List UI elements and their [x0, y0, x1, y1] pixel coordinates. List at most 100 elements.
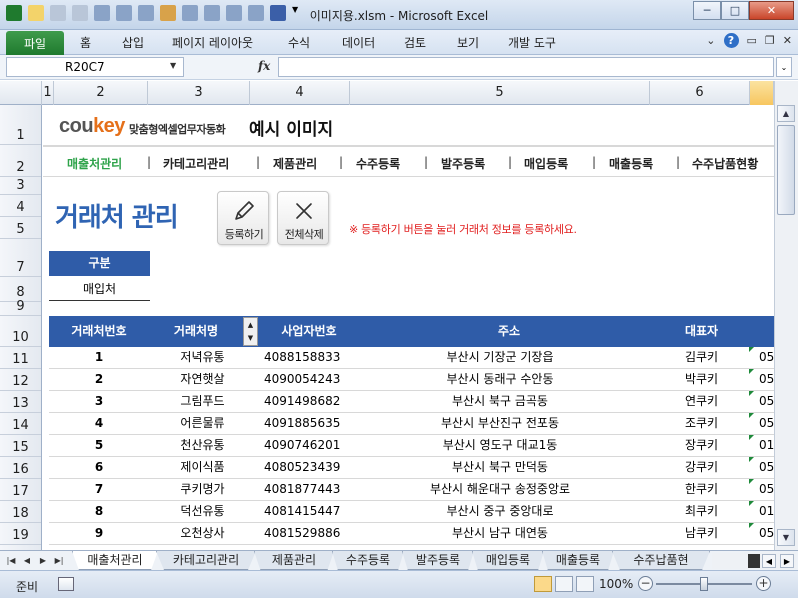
- vertical-scroll-thumb[interactable]: [777, 125, 795, 215]
- row-header-5[interactable]: 5: [0, 217, 41, 239]
- business-no-cell[interactable]: 4088158833: [264, 347, 364, 368]
- close-icon[interactable]: ✕: [783, 34, 792, 47]
- scroll-up-icon[interactable]: ▲: [777, 105, 795, 122]
- last-sheet-icon[interactable]: ▶|: [52, 553, 66, 568]
- sort-up-icon[interactable]: ▲: [248, 321, 253, 329]
- sheet-tab-delivery[interactable]: 수주납품현: [612, 551, 710, 570]
- prev-sheet-icon[interactable]: ◀: [20, 553, 34, 568]
- next-sheet-icon[interactable]: ▶: [36, 553, 50, 568]
- representative-cell[interactable]: 장쿠키: [649, 435, 754, 456]
- representative-cell[interactable]: 박쿠키: [649, 369, 754, 390]
- close-button[interactable]: ✕: [749, 1, 794, 20]
- client-name-cell[interactable]: 그림푸드: [149, 391, 256, 412]
- contact-cell[interactable]: 01: [759, 435, 774, 456]
- name-box[interactable]: R20C7: [6, 57, 184, 77]
- representative-cell[interactable]: 연쿠키: [649, 391, 754, 412]
- representative-cell[interactable]: 최쿠키: [649, 501, 754, 522]
- sort-spinner[interactable]: ▲ ▼: [243, 317, 258, 346]
- business-no-cell[interactable]: 4091885635: [264, 413, 364, 434]
- maximize-button[interactable]: □: [721, 1, 749, 20]
- row-header-9[interactable]: 9: [0, 299, 41, 316]
- contact-cell[interactable]: 01: [759, 501, 774, 522]
- client-no-cell[interactable]: 7: [49, 479, 149, 500]
- contact-cell[interactable]: 05: [759, 523, 774, 544]
- column-header-4[interactable]: 4: [250, 81, 350, 105]
- column-header-2[interactable]: 2: [54, 81, 148, 105]
- row-header-10[interactable]: 10: [0, 316, 41, 347]
- client-no-cell[interactable]: 3: [49, 391, 149, 412]
- tab-view[interactable]: 보기: [457, 34, 479, 51]
- representative-cell[interactable]: 조쿠키: [649, 413, 754, 434]
- first-sheet-icon[interactable]: |◀: [4, 553, 18, 568]
- address-cell[interactable]: 부산시 해운대구 송정중앙로: [364, 479, 636, 500]
- table-row[interactable]: 1 저녁유통 4088158833 부산시 기장군 기장읍 김쿠키 05: [49, 347, 774, 369]
- restore-icon[interactable]: ❐: [765, 34, 775, 47]
- client-no-cell[interactable]: 6: [49, 457, 149, 478]
- table-row[interactable]: 4 어른물류 4091885635 부산시 부산진구 전포동 조쿠키 05: [49, 413, 774, 435]
- name-box-dropdown-icon[interactable]: ▼: [170, 61, 176, 70]
- column-header-7[interactable]: [750, 81, 774, 105]
- insert-function-icon[interactable]: fx: [258, 59, 270, 73]
- client-name-cell[interactable]: 제이식품: [149, 457, 256, 478]
- table-row[interactable]: 2 자연햇살 4090054243 부산시 동래구 수안동 박쿠키 05: [49, 369, 774, 391]
- row-header-16[interactable]: 16: [0, 457, 41, 479]
- tab-insert[interactable]: 삽입: [122, 34, 144, 51]
- table-row[interactable]: 9 오천상사 4081529886 부산시 남구 대연동 남쿠키 05: [49, 523, 774, 545]
- contact-cell[interactable]: 05: [759, 369, 774, 390]
- table-row[interactable]: 8 덕선유통 4081415447 부산시 중구 중앙대로 최쿠키 01: [49, 501, 774, 523]
- row-header-1[interactable]: 1: [0, 105, 41, 145]
- nav-sales-register[interactable]: 매출등록: [609, 155, 653, 172]
- representative-cell[interactable]: 남쿠키: [649, 523, 754, 544]
- zoom-level[interactable]: 100%: [599, 577, 633, 591]
- sort-down-icon[interactable]: ▼: [248, 334, 253, 342]
- page-break-view-icon[interactable]: [576, 576, 594, 592]
- client-no-cell[interactable]: 5: [49, 435, 149, 456]
- contact-cell[interactable]: 05: [759, 347, 774, 368]
- row-header-4[interactable]: 4: [0, 195, 41, 217]
- business-no-cell[interactable]: 4081877443: [264, 479, 364, 500]
- address-cell[interactable]: 부산시 동래구 수안동: [364, 369, 636, 390]
- horizontal-scroll-thumb[interactable]: [748, 554, 760, 568]
- column-header-3[interactable]: 3: [148, 81, 250, 105]
- formula-input[interactable]: [278, 57, 774, 77]
- horizontal-scrollbar[interactable]: ◀ ▶: [712, 553, 796, 569]
- tab-formulas[interactable]: 수식: [288, 34, 310, 51]
- client-name-cell[interactable]: 오천상사: [149, 523, 256, 544]
- tab-page-layout[interactable]: 페이지 레이아웃: [172, 34, 253, 51]
- tab-data[interactable]: 데이터: [342, 34, 375, 51]
- tab-review[interactable]: 검토: [404, 34, 426, 51]
- address-cell[interactable]: 부산시 북구 만덕동: [364, 457, 636, 478]
- row-header-14[interactable]: 14: [0, 413, 41, 435]
- table-row[interactable]: 5 천산유통 4090746201 부산시 영도구 대교1동 장쿠키 01: [49, 435, 774, 457]
- table-row[interactable]: 7 쿠키명가 4081877443 부산시 해운대구 송정중앙로 한쿠키 05: [49, 479, 774, 501]
- column-header-5[interactable]: 5: [350, 81, 650, 105]
- address-cell[interactable]: 부산시 북구 금곡동: [364, 391, 636, 412]
- business-no-cell[interactable]: 4090746201: [264, 435, 364, 456]
- scroll-down-icon[interactable]: ▼: [777, 529, 795, 546]
- address-cell[interactable]: 부산시 부산진구 전포동: [364, 413, 636, 434]
- client-no-cell[interactable]: 8: [49, 501, 149, 522]
- address-cell[interactable]: 부산시 기장군 기장읍: [364, 347, 636, 368]
- business-no-cell[interactable]: 4090054243: [264, 369, 364, 390]
- nav-purchase-register[interactable]: 매입등록: [524, 155, 568, 172]
- contact-cell[interactable]: 05: [759, 479, 774, 500]
- contact-cell[interactable]: 05: [759, 413, 774, 434]
- sheet-tab-purchase[interactable]: 매입등록: [472, 551, 544, 570]
- business-no-cell[interactable]: 4080523439: [264, 457, 364, 478]
- row-header-7[interactable]: 7: [0, 239, 41, 277]
- help-icon[interactable]: ?: [723, 33, 739, 48]
- expand-formula-bar-icon[interactable]: ⌄: [776, 57, 792, 77]
- tab-developer[interactable]: 개발 도구: [508, 34, 556, 51]
- row-header-11[interactable]: 11: [0, 347, 41, 369]
- minimize-icon[interactable]: ▭: [747, 34, 757, 47]
- address-cell[interactable]: 부산시 남구 대연동: [364, 523, 636, 544]
- normal-view-icon[interactable]: [534, 576, 552, 592]
- scroll-right-icon[interactable]: ▶: [780, 554, 794, 568]
- address-cell[interactable]: 부산시 영도구 대교1동: [364, 435, 636, 456]
- nav-product[interactable]: 제품관리: [273, 155, 317, 172]
- select-all-corner[interactable]: [0, 81, 42, 105]
- tab-home[interactable]: 홈: [80, 34, 91, 51]
- sheet-tab-sales[interactable]: 매출등록: [542, 551, 614, 570]
- sheet-tab-category[interactable]: 카테고리관리: [156, 551, 256, 570]
- client-name-cell[interactable]: 저녁유통: [149, 347, 256, 368]
